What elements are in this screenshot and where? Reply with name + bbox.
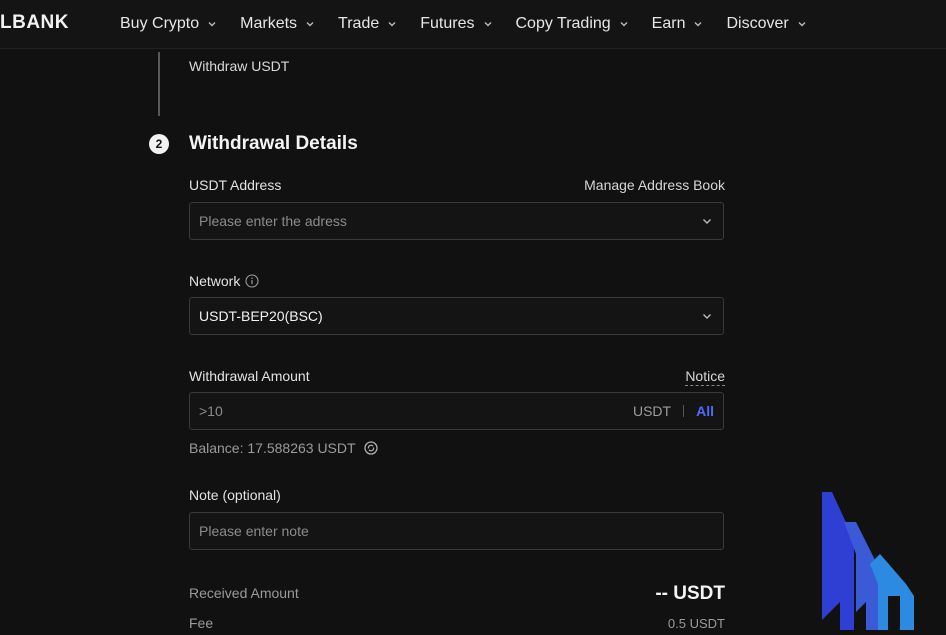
main-nav: Buy Crypto Markets Trade Futures Copy Tr… [120,0,830,48]
all-amount-button[interactable]: All [696,403,714,419]
withdrawal-amount-label: Withdrawal Amount [189,368,310,384]
chevron-down-icon [619,19,629,29]
balance-text: Balance: 17.588263 USDT [189,440,356,456]
nav-item-label: Markets [240,15,298,32]
top-navigation-bar: LBANK Buy Crypto Markets Trade Futures C… [0,0,946,49]
received-amount-value: -- USDT [655,583,725,604]
fee-value: 0.5 USDT [667,616,725,631]
info-icon[interactable] [245,274,259,288]
nav-item-markets[interactable]: Markets [240,15,315,33]
network-label-row: Network [189,273,259,289]
divider [683,405,685,417]
address-input[interactable]: Please enter the adress [189,202,724,240]
chevron-down-icon [483,19,493,29]
address-label: USDT Address [189,177,282,193]
amount-placeholder: >10 [199,403,223,419]
withdrawal-amount-input[interactable]: >10 USDT All [189,392,724,430]
nav-item-trade[interactable]: Trade [338,15,397,33]
nav-item-futures[interactable]: Futures [420,15,492,33]
amount-unit: USDT [632,403,672,419]
chevron-down-icon [305,19,315,29]
address-placeholder: Please enter the adress [199,213,347,229]
chevron-down-icon[interactable] [700,309,714,323]
note-label: Note (optional) [189,487,281,503]
chevron-down-icon [693,19,703,29]
network-selected-value: USDT-BEP20(BSC) [199,308,323,324]
refresh-icon[interactable] [363,441,378,455]
nav-item-label: Futures [420,15,475,32]
nav-item-label: Buy Crypto [120,15,200,32]
watermark-logo [818,492,918,630]
nav-item-copy-trading[interactable]: Copy Trading [516,15,629,33]
chevron-down-icon [797,19,807,29]
brand-logo[interactable]: LBANK [0,12,69,34]
note-input[interactable]: Please enter note [189,512,724,550]
nav-item-label: Discover [726,15,789,32]
nav-item-label: Earn [651,15,686,32]
nav-item-label: Trade [338,15,380,32]
balance-row: Balance: 17.588263 USDT [189,440,378,456]
network-select[interactable]: USDT-BEP20(BSC) [189,297,724,335]
nav-item-buy-crypto[interactable]: Buy Crypto [120,15,217,33]
note-placeholder: Please enter note [199,523,309,539]
fee-label: Fee [189,615,214,631]
notice-link[interactable]: Notice [685,368,725,386]
notice-link-text: Notice [685,368,725,386]
chevron-down-icon [207,19,217,29]
step-2-number: 2 [149,134,169,154]
manage-address-book-link[interactable]: Manage Address Book [584,177,725,193]
nav-item-discover[interactable]: Discover [726,15,806,33]
section-title: Withdrawal Details [189,133,358,154]
chevron-down-icon [387,19,397,29]
chevron-down-icon[interactable] [700,214,714,228]
nav-item-label: Copy Trading [515,15,611,32]
received-amount-label: Received Amount [189,585,299,601]
network-label: Network [189,273,241,289]
step-1-label: Withdraw USDT [189,58,290,74]
step-connector-line [158,52,160,116]
nav-item-earn[interactable]: Earn [652,15,704,33]
